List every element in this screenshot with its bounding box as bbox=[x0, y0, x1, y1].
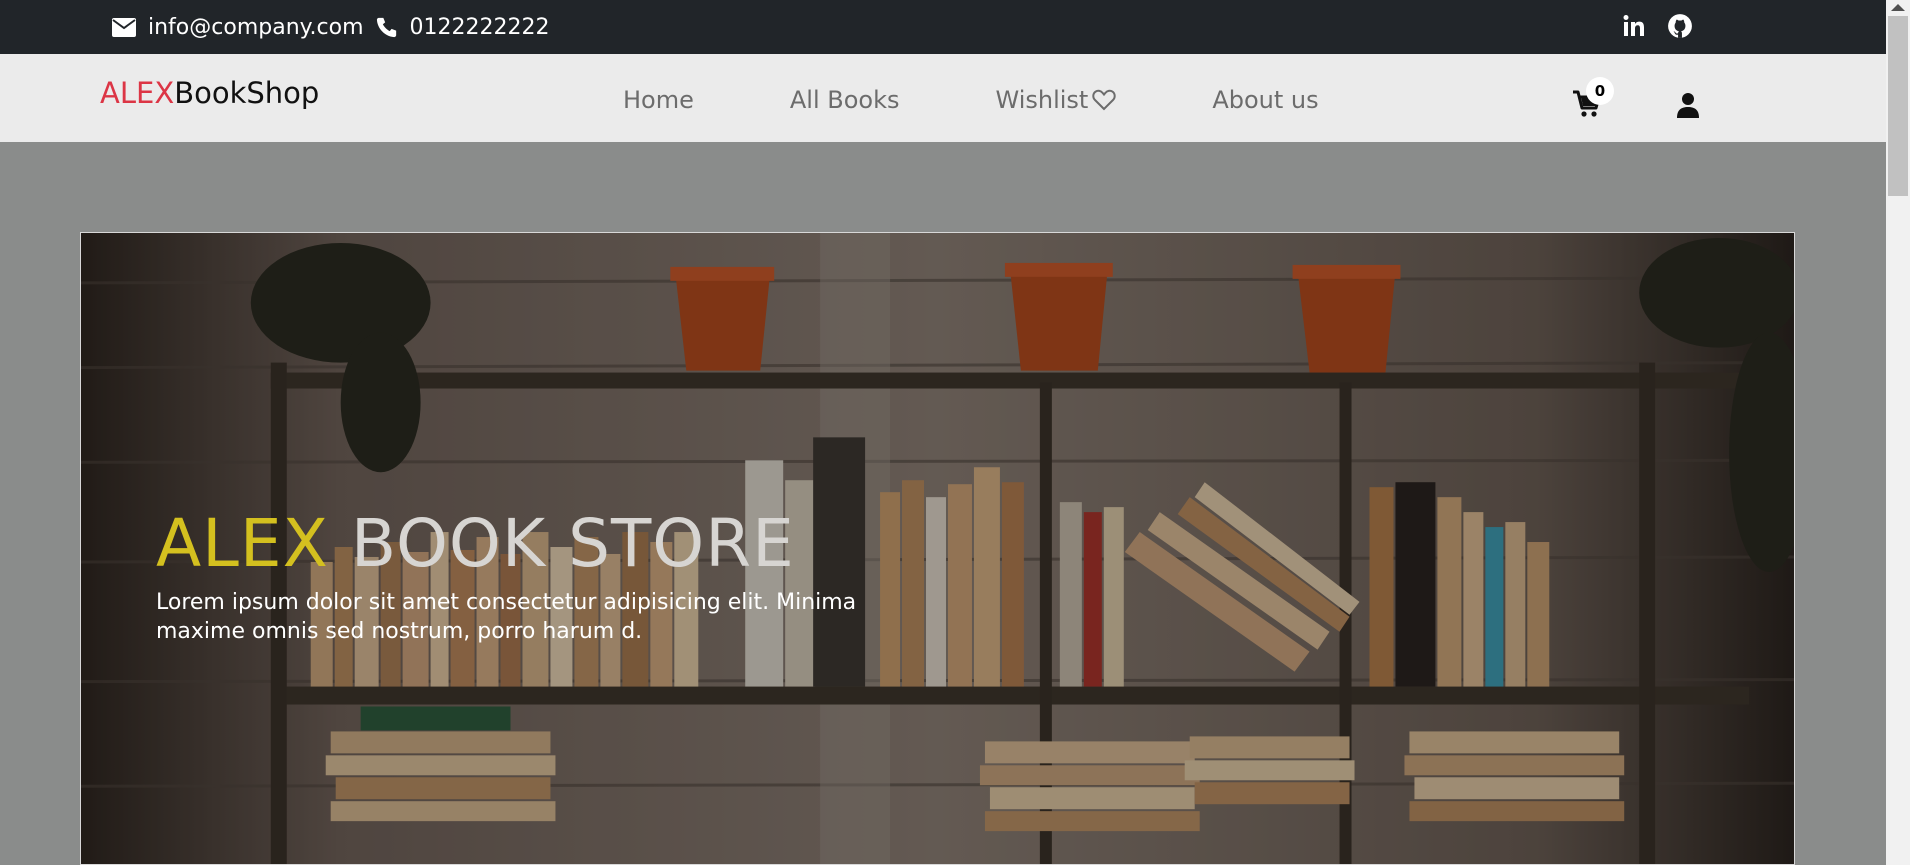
hero-title: ALEX BOOK STORE bbox=[156, 505, 795, 582]
nav-links: Home All Books Wishlist About us bbox=[623, 86, 1415, 114]
nav-link-label: About us bbox=[1212, 86, 1319, 114]
github-icon[interactable] bbox=[1666, 12, 1694, 40]
heart-icon bbox=[1092, 89, 1117, 111]
social-links bbox=[1620, 12, 1694, 40]
brand-logo[interactable]: ALEXBookShop bbox=[100, 76, 319, 110]
nav-link-label: All Books bbox=[789, 86, 900, 114]
nav-link-label: Home bbox=[623, 86, 694, 114]
email-contact[interactable]: info@company.com bbox=[112, 15, 364, 40]
main-navbar: ALEXBookShop Home All Books Wishlist Abo… bbox=[0, 54, 1886, 142]
brand-part-alex: ALEX bbox=[100, 76, 175, 110]
brand-part-bookshop: BookShop bbox=[174, 76, 320, 110]
linkedin-icon[interactable] bbox=[1620, 12, 1648, 40]
contact-info: info@company.com 0122222222 bbox=[112, 0, 561, 54]
nav-link-home[interactable]: Home bbox=[623, 86, 694, 114]
top-contact-bar: info@company.com 0122222222 bbox=[0, 0, 1886, 54]
hero-banner: ALEX BOOK STORE Lorem ipsum dolor sit am… bbox=[80, 232, 1795, 865]
hero-description: Lorem ipsum dolor sit amet consectetur a… bbox=[156, 590, 857, 644]
phone-text: 0122222222 bbox=[409, 14, 550, 40]
phone-contact[interactable]: 0122222222 bbox=[376, 14, 550, 40]
nav-link-about-us[interactable]: About us bbox=[1212, 86, 1318, 114]
envelope-icon bbox=[112, 17, 136, 37]
hero-title-book-store: BOOK STORE bbox=[328, 505, 795, 582]
scroll-up-arrow-icon[interactable] bbox=[1891, 4, 1905, 11]
user-icon[interactable] bbox=[1676, 92, 1702, 120]
nav-link-wishlist[interactable]: Wishlist bbox=[996, 86, 1117, 114]
email-text: info@company.com bbox=[148, 14, 364, 40]
hero-title-alex: ALEX bbox=[156, 505, 329, 582]
cart-count-badge: 0 bbox=[1586, 77, 1614, 105]
phone-icon bbox=[376, 17, 396, 38]
nav-link-label: Wishlist bbox=[995, 86, 1089, 114]
nav-link-all-books[interactable]: All Books bbox=[790, 86, 900, 114]
scrollbar-thumb[interactable] bbox=[1888, 16, 1908, 196]
